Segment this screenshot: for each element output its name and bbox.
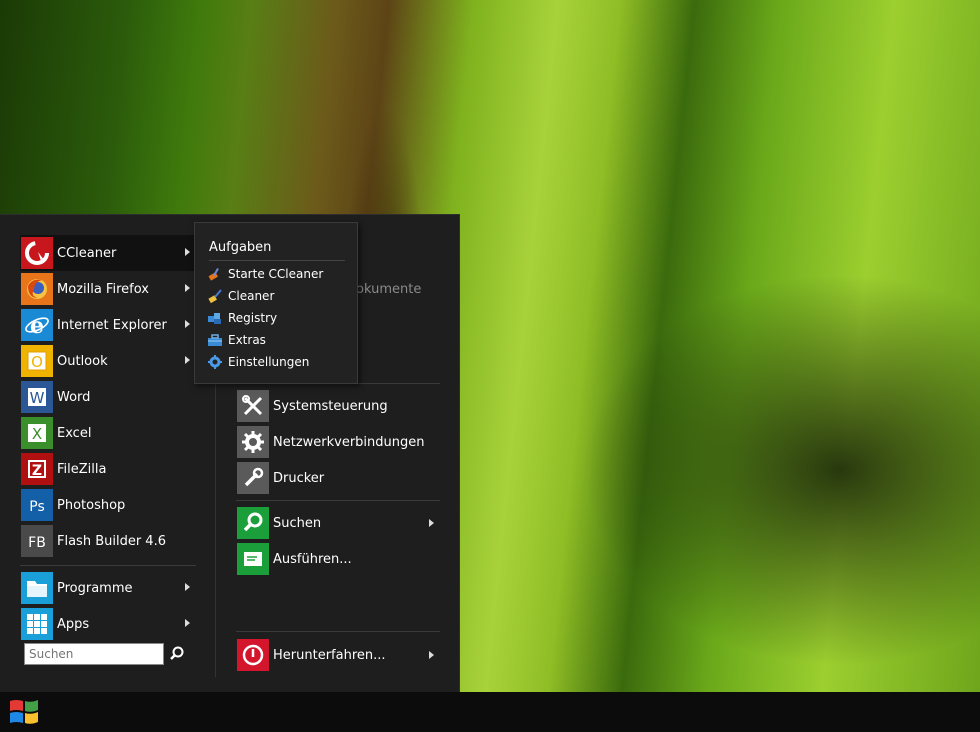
right-item-printers[interactable]: Drucker [236, 461, 440, 495]
svg-text:W: W [30, 389, 45, 407]
right-item-label: Suchen [273, 515, 322, 531]
right-item-run[interactable]: Ausführen... [236, 542, 440, 576]
menu-item-firefox[interactable]: Mozilla Firefox [20, 271, 196, 307]
menu-item-word[interactable]: W Word [20, 379, 196, 415]
jumplist-title: Aufgaben [209, 240, 272, 255]
svg-text:X: X [32, 425, 42, 443]
left-column: CCleaner Mozilla Firefox e Internet Expl… [20, 235, 196, 642]
taskbar [0, 692, 980, 732]
svg-text:Z: Z [32, 463, 42, 479]
internet-explorer-icon: e [21, 309, 53, 341]
right-item-label: Herunterfahren... [273, 647, 386, 663]
filezilla-icon: Z [21, 453, 53, 485]
menu-item-label: FileZilla [57, 461, 107, 477]
gear-icon [208, 355, 222, 369]
jumplist-item-label: Cleaner [228, 289, 275, 303]
jumplist-item-extras[interactable]: Extras [207, 330, 347, 350]
right-item-label: Ausführen... [273, 551, 352, 567]
right-item-shutdown[interactable]: Herunterfahren... [236, 638, 440, 672]
power-icon [237, 639, 269, 671]
menu-item-label: Excel [57, 425, 92, 441]
menu-item-filezilla[interactable]: Z FileZilla [20, 451, 196, 487]
submenu-arrow-icon [185, 619, 190, 627]
right-separator [236, 631, 440, 632]
jumplist-item-label: Registry [228, 311, 278, 325]
run-icon [237, 543, 269, 575]
word-icon: W [21, 381, 53, 413]
left-separator [20, 565, 196, 566]
jumplist-item-start-ccleaner[interactable]: Starte CCleaner [207, 264, 347, 284]
firefox-icon [21, 273, 53, 305]
outlook-icon: O [21, 345, 53, 377]
jumplist-item-label: Extras [228, 333, 266, 347]
right-item-network-connections[interactable]: Netzwerkverbindungen [236, 425, 440, 459]
jumplist-item-settings[interactable]: Einstellungen [207, 352, 347, 372]
menu-item-programs[interactable]: Programme [20, 570, 196, 606]
search-icon [237, 507, 269, 539]
flash-builder-icon: FB [21, 525, 53, 557]
menu-item-internet-explorer[interactable]: e Internet Explorer [20, 307, 196, 343]
tools-icon [237, 390, 269, 422]
right-item-control-panel[interactable]: Systemsteuerung [236, 389, 440, 423]
menu-item-label: Internet Explorer [57, 317, 167, 333]
submenu-arrow-icon [185, 248, 190, 256]
windows-start-icon[interactable] [8, 697, 40, 727]
svg-text:FB: FB [28, 535, 46, 551]
jumplist-item-registry[interactable]: Registry [207, 308, 347, 328]
right-item-search[interactable]: Suchen [236, 506, 440, 540]
menu-item-label: Programme [57, 580, 133, 596]
submenu-arrow-icon [429, 519, 434, 527]
right-item-label: Systemsteuerung [273, 398, 388, 414]
right-separator [236, 500, 440, 501]
menu-item-apps[interactable]: Apps [20, 606, 196, 642]
submenu-arrow-icon [185, 583, 190, 591]
excel-icon: X [21, 417, 53, 449]
apps-grid-icon [21, 608, 53, 640]
submenu-arrow-icon [185, 320, 190, 328]
right-item-label: Netzwerkverbindungen [273, 434, 425, 450]
svg-text:O: O [31, 353, 43, 371]
jumplist-item-label: Einstellungen [228, 355, 310, 369]
ccleaner-brush-icon [208, 268, 219, 281]
search-icon[interactable] [168, 645, 186, 663]
menu-item-label: Flash Builder 4.6 [57, 533, 166, 549]
jumplist-item-label: Starte CCleaner [228, 267, 324, 281]
submenu-arrow-icon [185, 356, 190, 364]
toolbox-icon [208, 334, 222, 346]
menu-item-photoshop[interactable]: Ps Photoshop [20, 487, 196, 523]
menu-item-label: Word [57, 389, 91, 405]
menu-item-label: Outlook [57, 353, 108, 369]
menu-item-label: Photoshop [57, 497, 126, 513]
menu-item-outlook[interactable]: O Outlook [20, 343, 196, 379]
registry-cubes-icon [208, 313, 221, 324]
submenu-arrow-icon [185, 284, 190, 292]
menu-item-flash-builder[interactable]: FB Flash Builder 4.6 [20, 523, 196, 559]
wrench-icon [237, 462, 269, 494]
svg-text:Ps: Ps [29, 499, 45, 515]
svg-text:e: e [30, 313, 44, 338]
ccleaner-icon [21, 237, 53, 269]
menu-item-ccleaner[interactable]: CCleaner [20, 235, 196, 271]
jumplist-item-cleaner[interactable]: Cleaner [207, 286, 347, 306]
broom-icon [208, 289, 222, 304]
submenu-arrow-icon [429, 651, 434, 659]
photoshop-icon: Ps [21, 489, 53, 521]
jumplist-separator [209, 260, 345, 261]
ccleaner-jumplist: Aufgaben Starte CCleaner Cleaner Registr… [194, 222, 358, 384]
menu-item-label: Mozilla Firefox [57, 281, 149, 297]
menu-item-label: Apps [57, 616, 90, 632]
search-input[interactable] [24, 643, 164, 665]
folder-icon [21, 572, 53, 604]
gear-icon [237, 426, 269, 458]
menu-item-label: CCleaner [57, 245, 117, 261]
menu-item-excel[interactable]: X Excel [20, 415, 196, 451]
right-item-label: Drucker [273, 470, 325, 486]
